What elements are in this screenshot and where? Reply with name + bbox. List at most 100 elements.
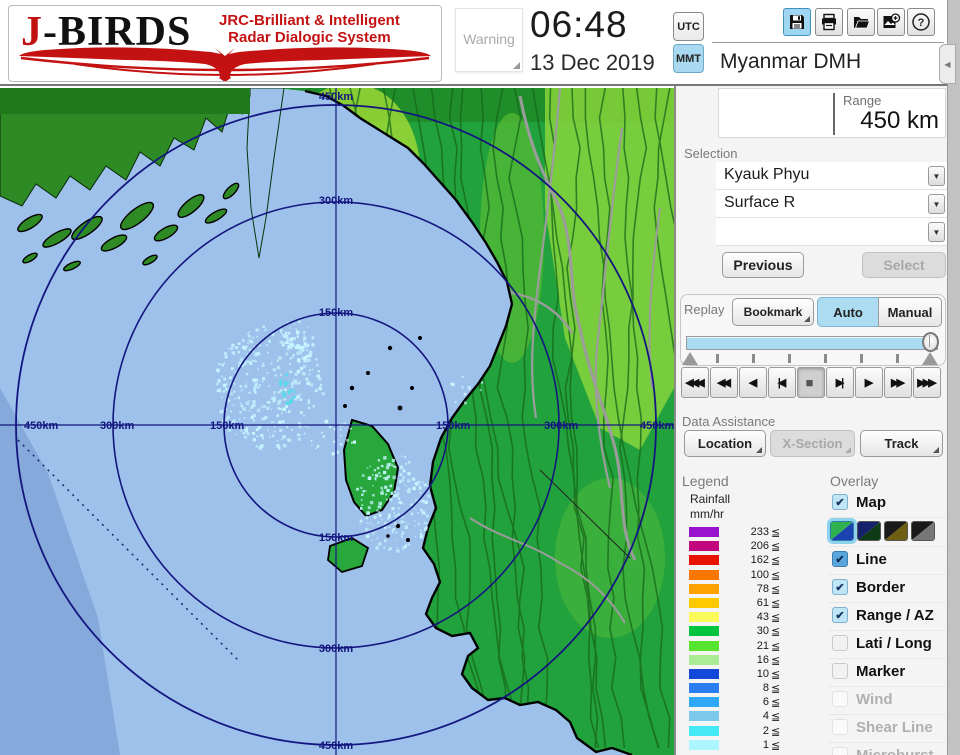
previous-button[interactable]: Previous (722, 252, 804, 278)
x-section-button[interactable]: X-Section (770, 430, 855, 457)
checkbox-map[interactable]: ✔ (832, 494, 848, 510)
legend-row: 8 ≦ (689, 682, 799, 696)
track-button[interactable]: Track (860, 430, 943, 457)
legend-row: 6 ≦ (689, 696, 799, 710)
fastest-forward-button[interactable]: ▶▶▶ (913, 367, 941, 398)
slider-tick (752, 354, 755, 363)
fast-rewind-button[interactable]: ◀◀◀ (681, 367, 709, 398)
legend-color-swatch (689, 527, 719, 537)
checkbox-lati-long[interactable] (832, 635, 848, 651)
legend-row: 78 ≦ (689, 583, 799, 597)
floppy-icon (790, 15, 804, 29)
legend-color-swatch (689, 626, 719, 637)
legend-value: 21 (756, 639, 769, 652)
ring-label: 300km (319, 643, 353, 655)
checkbox-border[interactable]: ✔ (832, 579, 848, 595)
legend-value: 30 (756, 625, 769, 638)
legend-row: 21 ≦ (689, 640, 799, 654)
legend-color-swatch (689, 569, 719, 580)
checkbox-line[interactable]: ✔ (832, 551, 848, 567)
rainfall-legend: 233 ≦ 206 ≦ 162 ≦ 100 ≦ 78 ≦ 61 ≦ 43 ≦ 30 ≦ 21 ≦ 16 ≦ 10 ≦ 8 ≦ 6… (689, 526, 799, 753)
ring-label: 450km (24, 420, 58, 432)
overlay-item-label: Microburst (856, 747, 934, 755)
ring-label: 150km (436, 420, 470, 432)
ring-label: 300km (100, 420, 134, 432)
legend-row: 61 ≦ (689, 597, 799, 611)
legend-color-swatch (689, 683, 719, 694)
ring-label: 450km (319, 91, 353, 103)
legend-color-swatch (689, 697, 719, 708)
legend-suffix: ≦ (771, 555, 781, 568)
rewind-button[interactable]: ◀◀ (710, 367, 738, 398)
step-back-button[interactable]: |◀ (768, 367, 796, 398)
map-style-swatch-3[interactable] (884, 521, 908, 541)
checkbox-range-az[interactable]: ✔ (832, 607, 848, 623)
help-button[interactable]: ? (907, 8, 935, 36)
legend-row: 30 ≦ (689, 625, 799, 639)
legend-value: 206 (750, 540, 769, 553)
radar-map[interactable]: 450km 300km 150km 150km 300km 450km 450km 300km… (0, 88, 674, 755)
chevron-down-icon[interactable]: ▼ (928, 222, 945, 242)
chevron-down-icon[interactable]: ▼ (928, 166, 945, 186)
step-forward-button[interactable]: ▶| (826, 367, 854, 398)
ring-label: 300km (544, 420, 578, 432)
folder-icon (854, 17, 870, 29)
bookmark-button[interactable]: Bookmark (732, 298, 814, 326)
select-button[interactable]: Select (862, 252, 946, 278)
warning-indicator[interactable]: Warning (455, 8, 523, 72)
chevron-down-icon[interactable]: ▼ (928, 194, 945, 214)
legend-row: 16 ≦ (689, 654, 799, 668)
map-style-swatch-4[interactable] (911, 521, 935, 541)
overlay-row-map: ✔ Map (828, 490, 946, 518)
replay-slider-handle[interactable] (922, 332, 939, 352)
radar-map-canvas: 450km 300km 150km 150km 300km 450km 450km 300km… (0, 88, 674, 755)
play-reverse-button[interactable]: ◀ (739, 367, 767, 398)
legend-suffix: ≦ (771, 640, 781, 653)
fast-forward-button[interactable]: ▶▶ (884, 367, 912, 398)
checkbox-marker[interactable] (832, 663, 848, 679)
range-label: Range (843, 93, 882, 108)
panel-collapse-tab[interactable]: ◀ (939, 44, 956, 84)
legend-value: 162 (750, 554, 769, 567)
legend-color-swatch (689, 555, 719, 566)
ring-label: 300km (319, 195, 353, 207)
corner-arrow-icon (933, 447, 939, 453)
product-dropdown[interactable]: Surface R ▼ (716, 190, 948, 218)
control-panel: Range 450 km Selection Kyauk Phyu ▼ Surf… (674, 86, 948, 755)
legend-row: 100 ≦ (689, 569, 799, 583)
checkbox-microburst[interactable] (832, 747, 848, 755)
slider-tick (896, 354, 899, 363)
site-dropdown[interactable]: Kyauk Phyu ▼ (716, 162, 948, 190)
utc-button[interactable]: UTC (673, 12, 704, 41)
checkbox-shear-line[interactable] (832, 719, 848, 735)
print-button[interactable] (815, 8, 843, 36)
slider-tick (824, 354, 827, 363)
legend-suffix: ≦ (771, 583, 781, 596)
legend-value: 2 (762, 724, 769, 737)
slider-tick (716, 354, 719, 363)
option-dropdown[interactable]: ▼ (716, 218, 948, 246)
legend-suffix: ≦ (771, 654, 781, 667)
legend-label: Legend (682, 473, 729, 489)
snapshot-button[interactable] (877, 8, 905, 36)
replay-slider-track[interactable] (686, 336, 938, 350)
stop-button[interactable]: ■ (797, 367, 825, 398)
legend-suffix: ≦ (771, 626, 781, 639)
save-button[interactable] (783, 8, 811, 36)
location-button[interactable]: Location (684, 430, 766, 457)
legend-value: 6 (762, 696, 769, 709)
legend-color-swatch (689, 541, 719, 552)
map-style-swatch-1[interactable] (827, 518, 857, 544)
eagle-icon (19, 47, 431, 81)
map-style-selector (827, 518, 946, 547)
open-file-button[interactable] (847, 8, 875, 36)
checkbox-wind[interactable] (832, 691, 848, 707)
legend-suffix: ≦ (771, 668, 781, 681)
play-button[interactable]: ▶ (855, 367, 883, 398)
panel-scrollbar[interactable] (947, 0, 960, 755)
map-style-swatch-2[interactable] (857, 521, 881, 541)
manual-button[interactable]: Manual (878, 297, 942, 327)
mmt-button[interactable]: MMT (673, 44, 704, 73)
auto-button[interactable]: Auto (817, 297, 879, 327)
legend-value: 8 (762, 682, 769, 695)
